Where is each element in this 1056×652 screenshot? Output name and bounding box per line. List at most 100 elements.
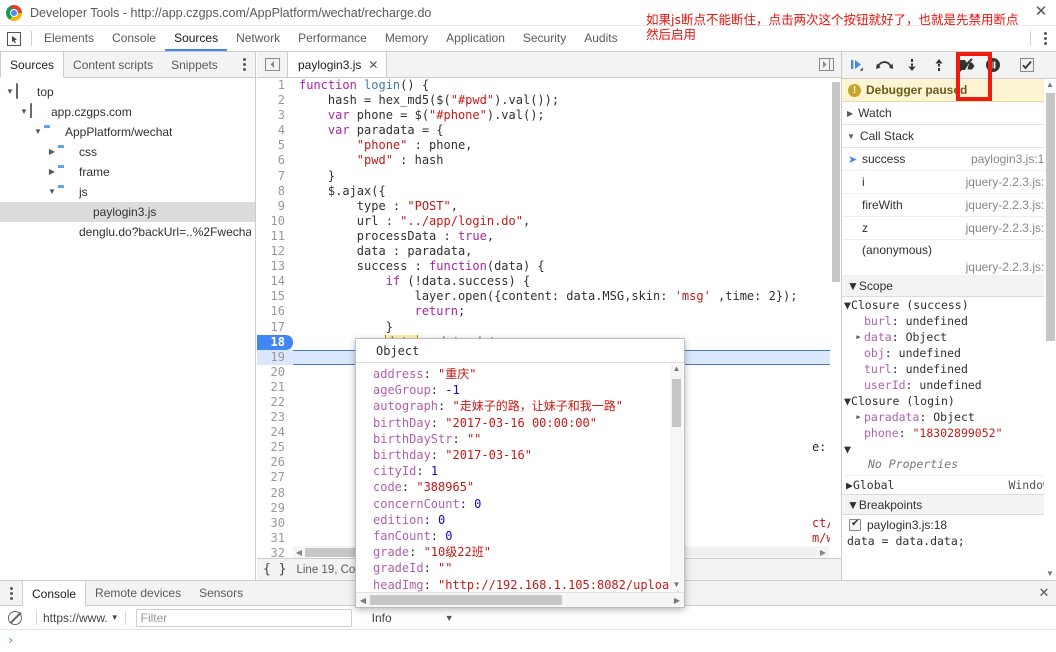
line-text[interactable]: if (!data.success) { [293,274,841,289]
line-number[interactable]: 1 [257,78,293,94]
line-number[interactable]: 22 [257,394,293,411]
scope-global[interactable]: ▶ Global Window [844,475,1056,494]
call-stack-frame-i[interactable]: i jquery-2.2.3.js:2 [842,171,1056,194]
scope-var-phone[interactable]: phone: "18302899052" [844,425,1056,441]
watch-section-header[interactable]: ▶ Watch [842,102,1056,125]
scroll-up-arrow-icon[interactable]: ▲ [670,363,683,375]
line-text[interactable]: hash = hex_md5($("#pwd").val()); [293,93,841,108]
show-navigator-icon[interactable] [257,52,287,77]
object-property-row[interactable]: birthDay: "2017-03-16 00:00:00" [373,415,684,431]
chevron-down-icon[interactable]: ▼ [4,82,16,102]
line-text[interactable]: data : paradata, [293,244,841,259]
scope-group-closure-success[interactable]: ▼ Closure (success) [844,297,1056,313]
object-property-row[interactable]: gradeId: "" [373,560,684,576]
object-property-row[interactable]: ageGroup: -1 [373,382,684,398]
scroll-up-arrow-icon[interactable]: ▲ [1044,79,1056,91]
line-number[interactable]: 8 [257,183,293,199]
call-stack-frame-anonymous[interactable]: (anonymous) jquery-2.2.3.js:4 [842,240,1056,276]
object-property-row[interactable]: fanCount: 0 [373,528,684,544]
tab-performance[interactable]: Performance [289,26,376,51]
call-stack-section-header[interactable]: ▼ Call Stack [842,125,1056,148]
line-number[interactable]: 2 [257,93,293,109]
scroll-down-arrow-icon[interactable]: ▼ [1044,568,1056,580]
object-property-row[interactable]: address: "重庆" [373,366,684,382]
tab-sources[interactable]: Sources [165,26,228,51]
line-text[interactable]: url : "../app/login.do", [293,214,841,229]
code-line[interactable]: 4 var paradata = { [257,123,841,139]
pause-on-exceptions-icon[interactable] [979,52,1006,78]
object-property-row[interactable]: code: "388965" [373,479,684,495]
tab-network[interactable]: Network [227,26,289,51]
line-text[interactable]: $.ajax({ [293,184,841,199]
code-line[interactable]: 7 } [257,168,841,184]
line-number[interactable]: 26 [257,455,293,471]
code-line[interactable]: 3 var phone = $("#phone").val(); [257,108,841,124]
breakpoints-section-header[interactable]: ▼ Breakpoints [842,494,1056,515]
navigator-kebab-menu-icon[interactable] [233,52,255,77]
kebab-menu-icon[interactable] [1034,26,1056,51]
async-checkbox-icon[interactable] [1013,52,1040,78]
line-number[interactable]: 7 [257,168,293,184]
tree-item-top[interactable]: ▼ top [0,82,255,102]
tree-item-js[interactable]: ▼ js [0,182,255,202]
line-number[interactable]: 27 [257,470,293,486]
line-number[interactable]: 21 [257,379,293,395]
inspect-element-icon[interactable] [0,26,28,51]
code-line[interactable]: 5 "phone" : phone, [257,138,841,154]
tab-audits[interactable]: Audits [575,26,626,51]
drawer-tab-sensors[interactable]: Sensors [190,581,252,605]
scroll-down-arrow-icon[interactable]: ▼ [670,579,683,591]
pretty-print-braces-icon[interactable]: { } [263,562,286,577]
popover-horizontal-scrollbar[interactable]: ◀ ▶ [356,592,684,607]
scope-var-paradata[interactable]: ▶ paradata: Object [844,409,1056,425]
scope-var-data[interactable]: ▶ data: Object [844,329,1056,345]
tree-item-domain[interactable]: ▼ app.czgps.com [0,102,255,122]
scroll-left-arrow-icon[interactable]: ◀ [293,548,305,557]
line-number[interactable]: 29 [257,500,293,516]
line-number[interactable]: 3 [257,108,293,124]
scroll-right-arrow-icon[interactable]: ▶ [670,596,684,605]
scope-section-header[interactable]: ▼ Scope [842,276,1056,297]
scope-var-turl[interactable]: turl: undefined [844,361,1056,377]
chevron-right-icon[interactable]: ▶ [853,413,864,421]
scope-var-burl[interactable]: burl: undefined [844,313,1056,329]
line-number[interactable]: 16 [257,304,293,320]
call-stack-frame-z[interactable]: z jquery-2.2.3.js:4 [842,217,1056,240]
tab-memory[interactable]: Memory [376,26,437,51]
line-text[interactable]: layer.open({content: data.MSG,skin: 'msg… [293,289,841,304]
code-line[interactable]: 14 if (!data.success) { [257,274,841,290]
drawer-close-icon[interactable]: ✕ [1032,581,1056,605]
step-over-icon[interactable] [871,52,898,78]
object-property-row[interactable]: birthDayStr: "" [373,431,684,447]
scope-group-empty[interactable]: ▼ [844,441,1056,457]
scope-group-closure-login[interactable]: ▼ Closure (login) [844,393,1056,409]
line-text[interactable]: } [293,169,841,184]
deactivate-breakpoints-icon[interactable] [952,52,979,78]
clear-console-icon[interactable] [8,610,22,625]
line-text[interactable]: "phone" : phone, [293,138,841,153]
object-property-row[interactable]: birthday: "2017-03-16" [373,447,684,463]
nav-tab-snippets[interactable]: Snippets [162,52,227,77]
object-property-row[interactable]: grade: "10级22班" [373,544,684,560]
tab-elements[interactable]: Elements [35,26,103,51]
line-text[interactable]: function login() { [293,78,841,93]
line-text[interactable]: type : "POST", [293,199,841,214]
console-level-selector[interactable]: Info ▼ [372,611,462,625]
line-number[interactable]: 23 [257,410,293,426]
chevron-down-icon[interactable]: ▼ [18,102,30,122]
chevron-right-icon[interactable]: ▶ [846,478,853,492]
line-number[interactable]: 28 [257,485,293,501]
line-number[interactable]: 25 [257,440,293,456]
tree-item-css[interactable]: ▶ css [0,142,255,162]
tab-application[interactable]: Application [437,26,514,51]
line-number[interactable]: 30 [257,515,293,531]
scroll-left-arrow-icon[interactable]: ◀ [356,596,370,605]
scrollbar-thumb[interactable] [1046,93,1055,341]
code-line[interactable]: 17 } [257,319,841,335]
code-line[interactable]: 1 function login() { [257,78,841,94]
resume-icon[interactable] [844,52,871,78]
code-line[interactable]: 11 processData : true, [257,228,841,245]
object-property-row[interactable]: autograph: "走妹子的路，让妹子和我一路" [373,398,684,414]
scope-var-userid[interactable]: userId: undefined [844,377,1056,393]
editor-tab-paylogin3-js[interactable]: paylogin3.js ✕ [287,52,388,77]
